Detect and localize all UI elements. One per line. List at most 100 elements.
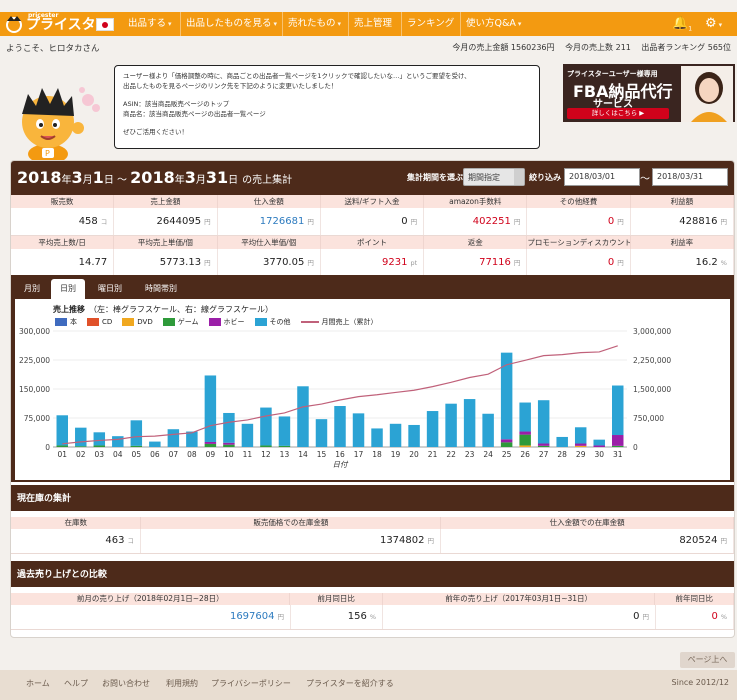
metric-unit: pt [410, 259, 418, 267]
metric-unit: 円 [617, 218, 624, 226]
compare-title: 過去売り上げとの比較 [17, 570, 107, 580]
x-tick-label: 10 [224, 450, 234, 459]
metric-value-cell: 0円 [321, 208, 425, 235]
monthly-sales-count: 今月の売上数 211 [565, 43, 631, 52]
table-unit: 円 [642, 613, 650, 621]
nav-item-0[interactable]: 出品する ▾ [128, 12, 172, 36]
legend-label: CD [102, 318, 113, 326]
bar-segment [241, 423, 254, 447]
footer-link[interactable]: 利用規約 [166, 678, 198, 689]
stock-values: 463 コ 1374802 円 820524 円 [11, 529, 734, 554]
legend-item: 月間売上（累計） [300, 317, 378, 327]
tab-weekday[interactable]: 曜日別 [89, 279, 131, 299]
title-part: 年 [61, 175, 72, 186]
metric-value-cell: 0円 [527, 208, 631, 235]
date-to-input[interactable]: 2018/03/31 [652, 168, 728, 186]
metric-unit: 円 [513, 218, 521, 226]
title-part: の売上集計 [242, 175, 293, 186]
table-header: 前月の売り上げ（2018年02月1日~28日） [11, 593, 291, 605]
metric-value-cell: 1726681 円 [218, 208, 321, 235]
bar-segment [93, 432, 106, 446]
table-cell: 0円 [383, 605, 656, 629]
table-value[interactable]: 1697604 [230, 611, 275, 622]
metric-unit: 円 [513, 259, 521, 267]
tab-timeslot[interactable]: 時間帯別 [136, 279, 186, 299]
x-tick-label: 06 [150, 450, 160, 459]
metric-header: 仕入金額 [218, 195, 321, 208]
bar-segment [223, 442, 235, 445]
metric-value-cell: 77116 円 [424, 249, 528, 276]
table-value: 1374802 [379, 535, 425, 546]
title-part: 3 [71, 168, 83, 187]
bar-segment [186, 431, 198, 447]
gear-icon[interactable]: ⚙ ▾ [705, 12, 722, 36]
nav-item-3[interactable]: 売上管理 [354, 12, 392, 36]
nav-item-1[interactable]: 出品したものを見る ▾ [186, 12, 277, 36]
logo[interactable]: pricester プライスター [4, 12, 110, 35]
title-part: 月 [195, 175, 206, 186]
table-cell: 0% [656, 605, 734, 629]
y2-tick-label: 3,000,000 [633, 327, 671, 336]
table-header: 前年の売り上げ（2017年03月1日~31日） [383, 593, 656, 605]
metric-value[interactable]: 1726681 [260, 216, 305, 227]
nav-item-5[interactable]: 使い方Q&A ▾ [466, 12, 521, 36]
table-header: 販売価格での在庫金額 [141, 517, 442, 529]
x-tick-label: 24 [483, 450, 493, 459]
bar-segment [463, 399, 476, 447]
metric-header: amazon手数料 [424, 195, 528, 208]
bar-segment [426, 411, 439, 447]
message-line: ユーザー様より「価格調整の時に、商品ごとの出品者一覧ページを1クリックで確認した… [123, 72, 471, 80]
fba-ad-banner[interactable]: プライスターユーザー様専用 FBA納品代行 サービス 詳しくはこちら ▶ [563, 64, 735, 122]
x-tick-label: 14 [298, 450, 308, 459]
footer-link[interactable]: ホーム [26, 678, 50, 689]
tab-daily[interactable]: 日別 [51, 279, 85, 299]
table-value: 0 [633, 611, 640, 622]
message-line: ASIN：該当商品販売ページのトップ [123, 100, 230, 108]
bar-segment [130, 420, 143, 446]
metrics-row1-values: 458 コ 2644095 円 1726681 円 0 円 402251 円 0 円 428816 円 [11, 208, 734, 236]
legend-line-swatch [300, 321, 319, 323]
bar-segment [445, 403, 457, 447]
legend-label: ゲーム [177, 318, 199, 326]
ad-details-button[interactable]: 詳しくはこちら ▶ [567, 108, 669, 119]
date-from-input[interactable]: 2018/03/01 [564, 168, 640, 186]
metric-header: 平均売上数/日 [11, 236, 115, 249]
nav-item-4[interactable]: ランキング [407, 12, 454, 36]
nav-item-2[interactable]: 売れたもの ▾ [288, 12, 341, 36]
message-line: 出品したものを見るページのリンク先を下記のように変更いたしました！ [123, 82, 338, 90]
legend-item: CD [87, 318, 112, 326]
metric-value: 3770.05 [262, 257, 305, 268]
page-top-button[interactable]: ページ上へ [680, 652, 735, 668]
compare-table: 前月の売り上げ（2018年02月1日~28日） 前月同日比 前年の売り上げ（2017… [11, 593, 734, 630]
nav-separator [401, 12, 402, 36]
period-label: 集計期間を選ぶ [407, 173, 463, 182]
metric-unit: 円 [617, 259, 624, 267]
nav-separator [348, 12, 349, 36]
monthly-sales-amount: 今月の売上金額 1560236円 [452, 43, 555, 52]
ad-person-image [681, 66, 733, 122]
metric-header: 平均仕入単価/個 [218, 236, 321, 249]
bar-segment [149, 441, 161, 447]
footer-link[interactable]: ヘルプ [64, 678, 88, 689]
bar-segment [612, 385, 624, 436]
footer-link[interactable]: プライバシーポリシー [211, 678, 291, 689]
filter-label: 絞り込み [529, 173, 561, 182]
message-spacer [123, 91, 531, 99]
since-text: Since 2012/12 [671, 678, 729, 687]
legend-swatch [87, 318, 99, 326]
bar-segment [204, 443, 217, 447]
period-select[interactable]: 期間指定 [463, 168, 525, 186]
footer-link[interactable]: お問い合わせ [102, 678, 150, 689]
notification-bell-icon[interactable]: 🔔1 [672, 12, 692, 36]
bar-segment [352, 413, 365, 447]
metric-value-cell: 402251 円 [424, 208, 528, 235]
x-tick-label: 31 [613, 450, 623, 459]
tab-monthly[interactable]: 月別 [15, 279, 49, 299]
x-tick-label: 29 [576, 450, 586, 459]
main-panel: 2018年3月1日 ～ 2018年3月31日 の売上集計 集計期間を選ぶ 期間指定… [10, 160, 735, 638]
japan-flag-icon[interactable] [96, 18, 114, 31]
metric-value-cell: 9231 pt [321, 249, 425, 276]
footer-link[interactable]: プライスターを紹介する [306, 678, 394, 689]
metric-unit: 円 [720, 218, 727, 226]
title-part: 1 [92, 168, 104, 187]
